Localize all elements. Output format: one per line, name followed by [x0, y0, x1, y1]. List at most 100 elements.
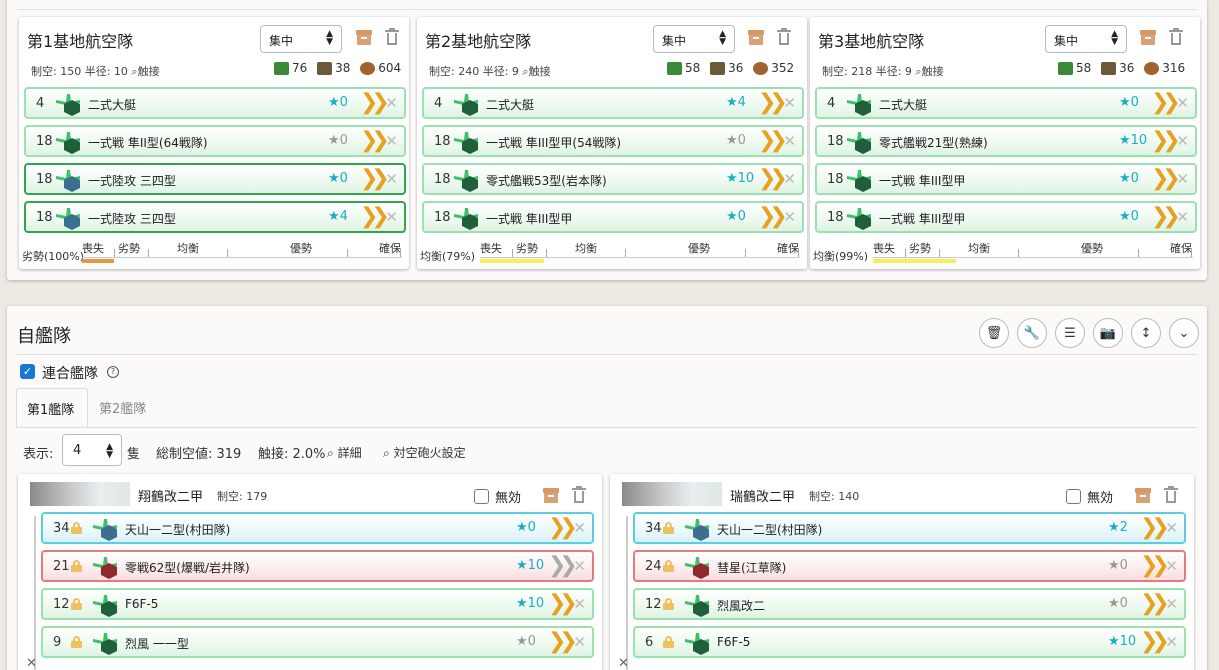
- detail-link[interactable]: ⌕ 詳細: [327, 444, 362, 461]
- combined-fleet-checkbox[interactable]: ✓: [20, 364, 35, 379]
- remove-slot-icon[interactable]: ✕: [1165, 519, 1178, 537]
- tab-fleet-2[interactable]: 第2艦隊: [89, 388, 156, 428]
- lock-icon[interactable]: [663, 560, 674, 572]
- slot-count[interactable]: 18: [434, 134, 451, 149]
- proficiency-chevron-icon[interactable]: ❯❯: [1140, 591, 1170, 616]
- slot-count[interactable]: 4: [434, 96, 442, 111]
- proficiency-chevron-icon[interactable]: ❯❯: [548, 591, 578, 616]
- clear-ship-icon[interactable]: ✕: [26, 656, 37, 670]
- equipment-slot[interactable]: 21 零戦62型(爆戦/岩井隊) ★10 ❯❯ ✕: [41, 550, 594, 582]
- equipment-slot[interactable]: 34 天山一二型(村田隊) ★0 ❯❯ ✕: [41, 512, 594, 544]
- aa-settings-link[interactable]: ⌕ 対空砲火設定: [383, 444, 466, 461]
- equipment-name[interactable]: 彗星(江草隊): [717, 559, 786, 576]
- archive-icon[interactable]: [748, 30, 764, 45]
- remove-slot-icon[interactable]: ✕: [783, 170, 796, 188]
- equipment-name[interactable]: 零戦62型(爆戦/岩井隊): [125, 559, 250, 576]
- archive-icon[interactable]: [356, 30, 372, 45]
- lock-icon[interactable]: [71, 522, 82, 534]
- slot-count[interactable]: 18: [434, 172, 451, 187]
- proficiency-chevron-icon[interactable]: ❯❯: [758, 90, 788, 115]
- equipment-name[interactable]: 一式陸攻 三四型: [88, 210, 176, 227]
- slot-count[interactable]: 18: [827, 134, 844, 149]
- remove-slot-icon[interactable]: ✕: [573, 633, 586, 651]
- slot-count[interactable]: 12: [53, 597, 70, 612]
- tab-fleet-1[interactable]: 第1艦隊: [16, 388, 88, 428]
- mode-select[interactable]: 集中 ▲ ▼: [653, 25, 735, 53]
- equipment-name[interactable]: 二式大艇: [88, 96, 136, 113]
- remove-slot-icon[interactable]: ✕: [1165, 595, 1178, 613]
- equipment-slot[interactable]: 18 一式陸攻 三四型 ★0 ❯❯ ✕: [24, 163, 406, 195]
- remove-slot-icon[interactable]: ✕: [573, 595, 586, 613]
- equipment-slot[interactable]: 18 一式戦 隼III型甲(54戦隊) ★0 ❯❯ ✕: [422, 125, 804, 157]
- remove-slot-icon[interactable]: ✕: [1176, 94, 1189, 112]
- equipment-name[interactable]: 二式大艇: [879, 96, 927, 113]
- trash-icon[interactable]: [572, 486, 586, 503]
- contact-link[interactable]: ⌕触接: [522, 65, 550, 78]
- equipment-slot[interactable]: 18 一式陸攻 三四型 ★4 ❯❯ ✕: [24, 201, 406, 233]
- equipment-name[interactable]: 零式艦戦21型(熟練): [879, 134, 988, 151]
- remove-slot-icon[interactable]: ✕: [385, 94, 398, 112]
- equipment-name[interactable]: 一式陸攻 三四型: [88, 172, 176, 189]
- remove-slot-icon[interactable]: ✕: [573, 519, 586, 537]
- trash-icon[interactable]: [1169, 28, 1183, 45]
- remove-slot-icon[interactable]: ✕: [1165, 633, 1178, 651]
- contact-link[interactable]: ⌕触接: [915, 65, 943, 78]
- equipment-name[interactable]: 烈風 一一型: [125, 635, 189, 652]
- remove-slot-icon[interactable]: ✕: [573, 557, 586, 575]
- remove-slot-icon[interactable]: ✕: [385, 132, 398, 150]
- proficiency-chevron-icon[interactable]: ❯❯: [1151, 166, 1181, 191]
- slot-count[interactable]: 18: [36, 210, 53, 225]
- slot-count[interactable]: 18: [36, 134, 53, 149]
- slot-count[interactable]: 6: [645, 635, 653, 650]
- slot-count[interactable]: 24: [645, 559, 662, 574]
- disable-checkbox[interactable]: [474, 489, 489, 504]
- proficiency-chevron-icon[interactable]: ❯❯: [548, 515, 578, 540]
- equipment-name[interactable]: 一式戦 隼III型甲(54戦隊): [486, 134, 621, 151]
- lock-icon[interactable]: [663, 636, 674, 648]
- proficiency-chevron-icon[interactable]: ❯❯: [758, 128, 788, 153]
- proficiency-chevron-icon[interactable]: ❯❯: [758, 204, 788, 229]
- equipment-slot[interactable]: 18 零式艦戦53型(岩本隊) ★10 ❯❯ ✕: [422, 163, 804, 195]
- lock-icon[interactable]: [663, 598, 674, 610]
- slot-count[interactable]: 34: [645, 521, 662, 536]
- equipment-slot[interactable]: 18 零式艦戦21型(熟練) ★10 ❯❯ ✕: [815, 125, 1197, 157]
- disable-checkbox[interactable]: [1066, 489, 1081, 504]
- slot-count[interactable]: 18: [827, 172, 844, 187]
- proficiency-chevron-icon[interactable]: ❯❯: [360, 128, 390, 153]
- proficiency-chevron-icon[interactable]: ❯❯: [1151, 90, 1181, 115]
- equipment-name[interactable]: F6F-5: [125, 597, 158, 611]
- trash-icon[interactable]: [385, 28, 399, 45]
- proficiency-chevron-icon[interactable]: ❯❯: [1151, 204, 1181, 229]
- remove-slot-icon[interactable]: ✕: [385, 208, 398, 226]
- display-count-select[interactable]: 4 ▲ ▼: [62, 434, 122, 466]
- reorder-button[interactable]: ↕: [1131, 318, 1161, 348]
- settings-button[interactable]: 🔧: [1017, 318, 1047, 348]
- archive-icon[interactable]: [543, 488, 559, 503]
- disable-toggle[interactable]: 無効: [1066, 487, 1113, 506]
- equipment-slot[interactable]: 4 二式大艇 ★0 ❯❯ ✕: [815, 87, 1197, 119]
- equipment-name[interactable]: 烈風改二: [717, 597, 765, 614]
- equipment-name[interactable]: 一式戦 隼III型甲: [486, 210, 572, 227]
- equipment-name[interactable]: 二式大艇: [486, 96, 534, 113]
- proficiency-chevron-icon[interactable]: ❯❯: [1140, 515, 1170, 540]
- mode-select[interactable]: 集中 ▲ ▼: [1045, 25, 1127, 53]
- equipment-name[interactable]: 天山一二型(村田隊): [125, 521, 230, 538]
- slot-count[interactable]: 18: [434, 210, 451, 225]
- proficiency-chevron-icon[interactable]: ❯❯: [360, 90, 390, 115]
- mode-select[interactable]: 集中 ▲ ▼: [260, 25, 342, 53]
- lock-icon[interactable]: [71, 636, 82, 648]
- equipment-slot[interactable]: 18 一式戦 隼III型甲 ★0 ❯❯ ✕: [815, 201, 1197, 233]
- proficiency-chevron-icon[interactable]: ❯❯: [1151, 128, 1181, 153]
- screenshot-button[interactable]: 📷: [1093, 318, 1123, 348]
- lock-icon[interactable]: [71, 598, 82, 610]
- slot-count[interactable]: 21: [53, 559, 70, 574]
- equipment-slot[interactable]: 18 一式戦 隼III型甲 ★0 ❯❯ ✕: [815, 163, 1197, 195]
- equipment-slot[interactable]: 18 一式戦 隼III型甲 ★0 ❯❯ ✕: [422, 201, 804, 233]
- list-button[interactable]: ☰: [1055, 318, 1085, 348]
- proficiency-chevron-icon[interactable]: ❯❯: [360, 166, 390, 191]
- equipment-name[interactable]: 一式戦 隼II型(64戦隊): [88, 134, 208, 151]
- equipment-slot[interactable]: 12 烈風改二 ★0 ❯❯ ✕: [633, 588, 1186, 620]
- proficiency-chevron-icon[interactable]: ❯❯: [548, 553, 578, 578]
- trash-icon[interactable]: [777, 28, 791, 45]
- help-icon[interactable]: ?: [107, 366, 119, 378]
